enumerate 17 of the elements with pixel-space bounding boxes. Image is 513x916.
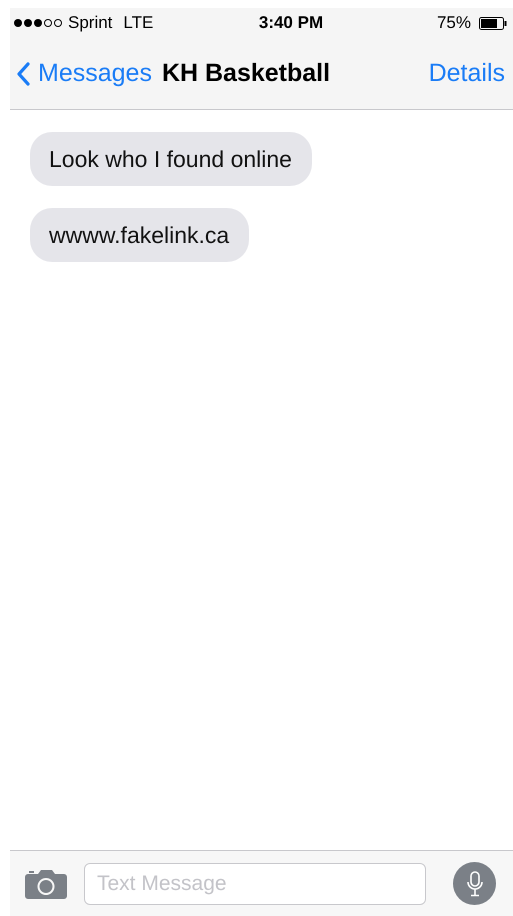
- chevron-left-icon: [16, 62, 30, 86]
- details-button[interactable]: Details: [428, 59, 505, 88]
- camera-icon: [25, 868, 67, 898]
- microphone-button[interactable]: [453, 862, 496, 905]
- message-bubble: wwww.fakelink.ca: [30, 208, 250, 262]
- network-type: LTE: [123, 13, 154, 33]
- camera-button[interactable]: [25, 868, 67, 898]
- status-time: 3:40 PM: [258, 13, 324, 33]
- message-bubble: Look who I found online: [30, 132, 312, 186]
- battery-icon: [479, 16, 507, 30]
- signal-icon: [13, 18, 63, 28]
- message-input-field[interactable]: Text Message: [84, 862, 426, 904]
- carrier-name: Sprint: [68, 13, 112, 33]
- conversation-title: KH Basketball: [162, 59, 332, 88]
- back-button[interactable]: Messages: [16, 59, 152, 88]
- battery-percent: 75%: [436, 13, 471, 33]
- microphone-icon: [466, 870, 482, 896]
